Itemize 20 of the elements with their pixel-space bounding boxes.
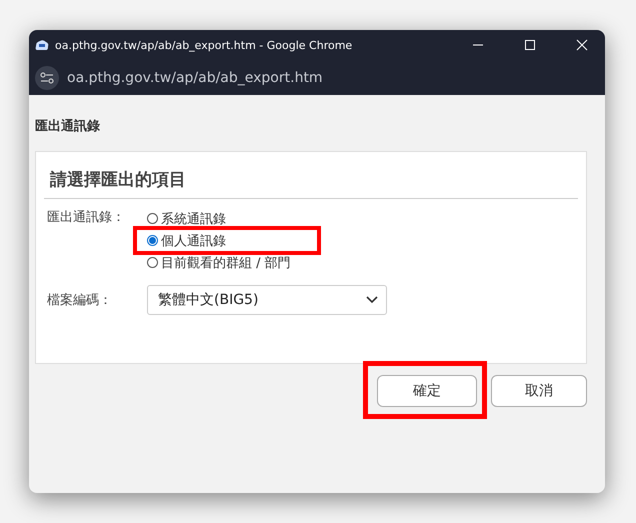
dialog-button[interactable]: 確定 <box>377 375 477 407</box>
close-icon <box>576 39 588 51</box>
radio-option[interactable]: 目前觀看的群組 / 部門 <box>147 252 291 273</box>
site-icon <box>35 39 49 51</box>
maximize-icon <box>524 39 536 51</box>
section-heading: 請選擇匯出的項目 <box>44 164 578 199</box>
page-title: 匯出通訊錄 <box>35 118 101 135</box>
radio-icon[interactable] <box>147 257 158 268</box>
radio-option[interactable]: 個人通訊錄 <box>147 230 226 251</box>
dialog-button[interactable]: 取消 <box>491 375 587 407</box>
radio-icon[interactable] <box>147 213 158 224</box>
sliders-icon <box>40 72 54 84</box>
radio-icon[interactable] <box>147 235 158 246</box>
encoding-select[interactable]: 繁體中文(BIG5) <box>147 285 387 315</box>
radio-option[interactable]: 系統通訊錄 <box>147 208 226 229</box>
field-label: 匯出通訊錄： <box>47 209 126 227</box>
window-title: oa.pthg.gov.tw/ap/ab/ab_export.htm - Google Chrome <box>55 38 354 52</box>
field-label: 檔案編碼： <box>47 292 113 309</box>
site-settings-button[interactable] <box>35 66 59 90</box>
chevron-icon <box>366 296 378 304</box>
